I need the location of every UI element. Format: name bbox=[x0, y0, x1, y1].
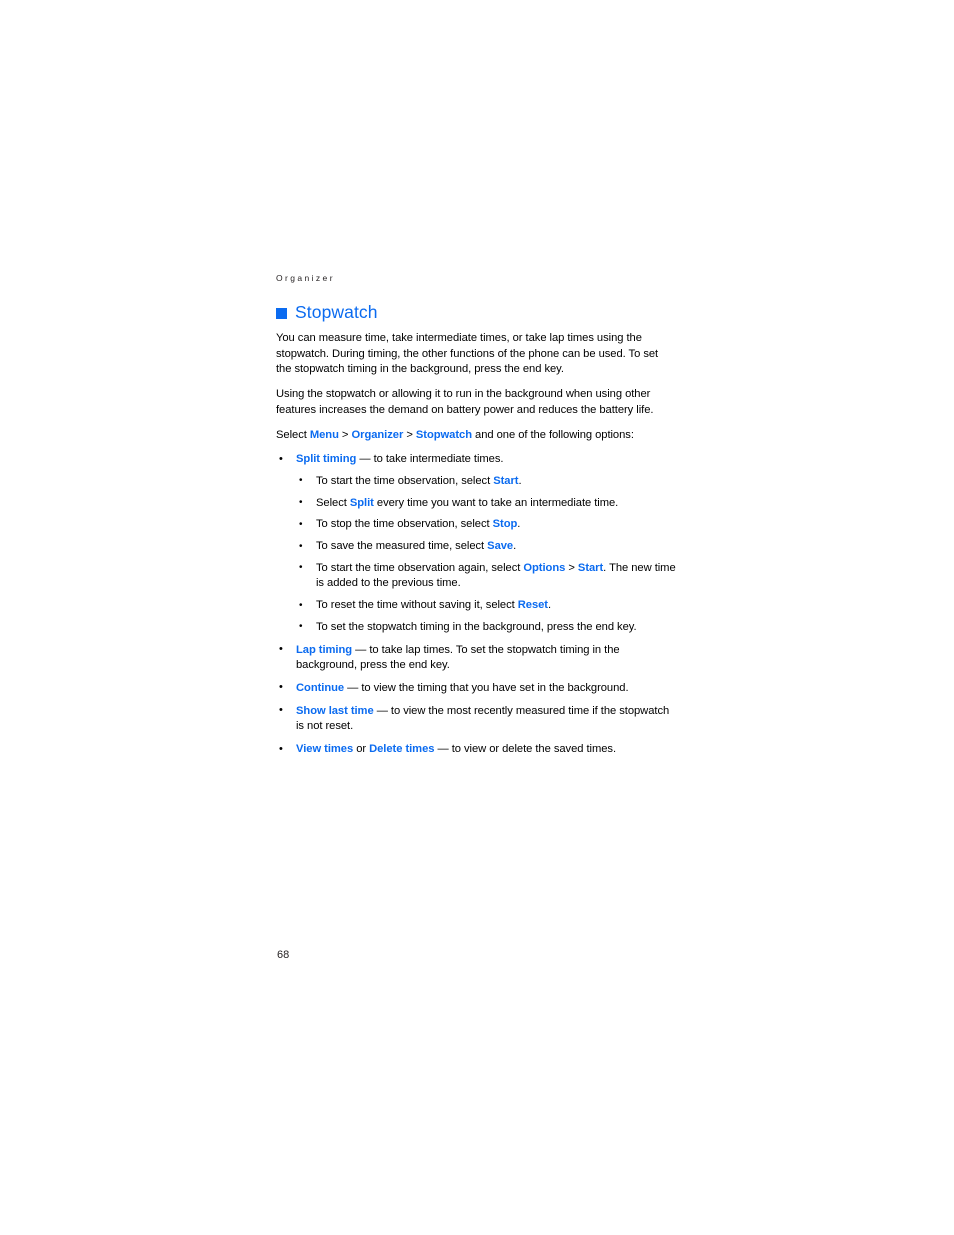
path-stopwatch: Stopwatch bbox=[415, 428, 472, 441]
list-item-continue: Continue — to view the timing that you h… bbox=[276, 680, 676, 697]
step-start-pre: To start the time observation, select bbox=[316, 474, 494, 487]
conj-or: or bbox=[353, 743, 370, 756]
running-head: Organizer bbox=[276, 273, 335, 283]
path-tail: and one of the following options: bbox=[472, 428, 634, 441]
dash-show-last-time: — bbox=[373, 704, 391, 717]
step-stop-pre: To stop the time observation, select bbox=[316, 518, 493, 531]
document-page: Organizer Stopwatch You can measure time… bbox=[0, 0, 954, 1235]
term-split: Split bbox=[349, 496, 374, 509]
dash-continue: — bbox=[344, 681, 362, 694]
list-item-lap-timing: Lap timing — to take lap times. To set t… bbox=[276, 642, 676, 674]
page-title: Stopwatch bbox=[295, 302, 378, 322]
term-delete-times: Delete times bbox=[369, 743, 435, 756]
term-show-last-time: Show last time bbox=[296, 704, 374, 717]
options-list: Split timing — to take intermediate time… bbox=[276, 452, 676, 758]
page-number: 68 bbox=[277, 949, 290, 961]
list-item-step-background: To set the stopwatch timing in the backg… bbox=[296, 619, 676, 636]
term-lap-timing: Lap timing bbox=[296, 643, 353, 656]
desc-view-delete-times: to view or delete the saved times. bbox=[451, 743, 617, 756]
desc-continue: to view the timing that you have set in … bbox=[361, 681, 629, 694]
step-reset-post: . bbox=[548, 599, 552, 612]
path-menu: Menu bbox=[309, 428, 339, 441]
term-stop: Stop bbox=[492, 518, 518, 531]
dash-lap-timing: — bbox=[352, 643, 370, 656]
desc-split-timing: to take intermediate times. bbox=[373, 453, 504, 466]
term-start-again: Start bbox=[577, 561, 604, 574]
step-split-pre: Select bbox=[316, 496, 350, 509]
section-heading: Stopwatch bbox=[276, 302, 676, 322]
list-item-view-delete-times: View times or Delete times — to view or … bbox=[276, 742, 676, 758]
menu-path-paragraph: Select Menu > Organizer > Stopwatch and … bbox=[276, 428, 676, 444]
list-item-split-timing: Split timing — to take intermediate time… bbox=[276, 452, 676, 635]
list-item-step-save: To save the measured time, select Save. bbox=[296, 539, 676, 555]
path-separator-1: > bbox=[338, 428, 352, 441]
step-save-pre: To save the measured time, select bbox=[316, 540, 488, 553]
step-stop-post: . bbox=[517, 518, 521, 531]
dash-view-delete-times: — bbox=[434, 743, 452, 756]
step-background-text: To set the stopwatch timing in the backg… bbox=[316, 620, 637, 633]
path-separator-2: > bbox=[403, 428, 416, 441]
list-item-step-restart: To start the time observation again, sel… bbox=[296, 560, 676, 592]
list-item-step-stop: To stop the time observation, select Sto… bbox=[296, 517, 676, 533]
term-start: Start bbox=[493, 474, 519, 487]
list-item-show-last-time: Show last time — to view the most recent… bbox=[276, 703, 676, 735]
page-content: Organizer Stopwatch You can measure time… bbox=[276, 272, 676, 765]
term-view-times: View times bbox=[296, 743, 354, 756]
note-paragraph: Using the stopwatch or allowing it to ru… bbox=[276, 388, 654, 416]
term-save: Save bbox=[487, 540, 514, 553]
intro-paragraph: You can measure time, take intermediate … bbox=[276, 332, 659, 376]
term-continue: Continue bbox=[296, 681, 345, 694]
step-save-post: . bbox=[513, 540, 517, 553]
list-item-step-reset: To reset the time without saving it, sel… bbox=[296, 598, 676, 614]
square-bullet-icon bbox=[276, 307, 287, 319]
list-item-step-start: To start the time observation, select St… bbox=[296, 473, 676, 490]
step-reset-pre: To reset the time without saving it, sel… bbox=[316, 599, 518, 612]
dash-split-timing: — bbox=[356, 453, 374, 466]
step-split-post: every time you want to take an intermedi… bbox=[373, 496, 619, 509]
list-item-step-split: Select Split every time you want to take… bbox=[296, 495, 676, 512]
term-split-timing: Split timing bbox=[296, 453, 357, 466]
step-restart-separator: > bbox=[565, 561, 578, 574]
term-options: Options bbox=[523, 561, 566, 574]
split-timing-steps: To start the time observation, select St… bbox=[296, 473, 676, 636]
term-reset: Reset bbox=[517, 599, 548, 612]
path-organizer: Organizer bbox=[351, 428, 404, 441]
step-restart-pre: To start the time observation again, sel… bbox=[316, 561, 524, 574]
step-start-post: . bbox=[518, 474, 522, 487]
path-lead: Select bbox=[276, 428, 310, 441]
